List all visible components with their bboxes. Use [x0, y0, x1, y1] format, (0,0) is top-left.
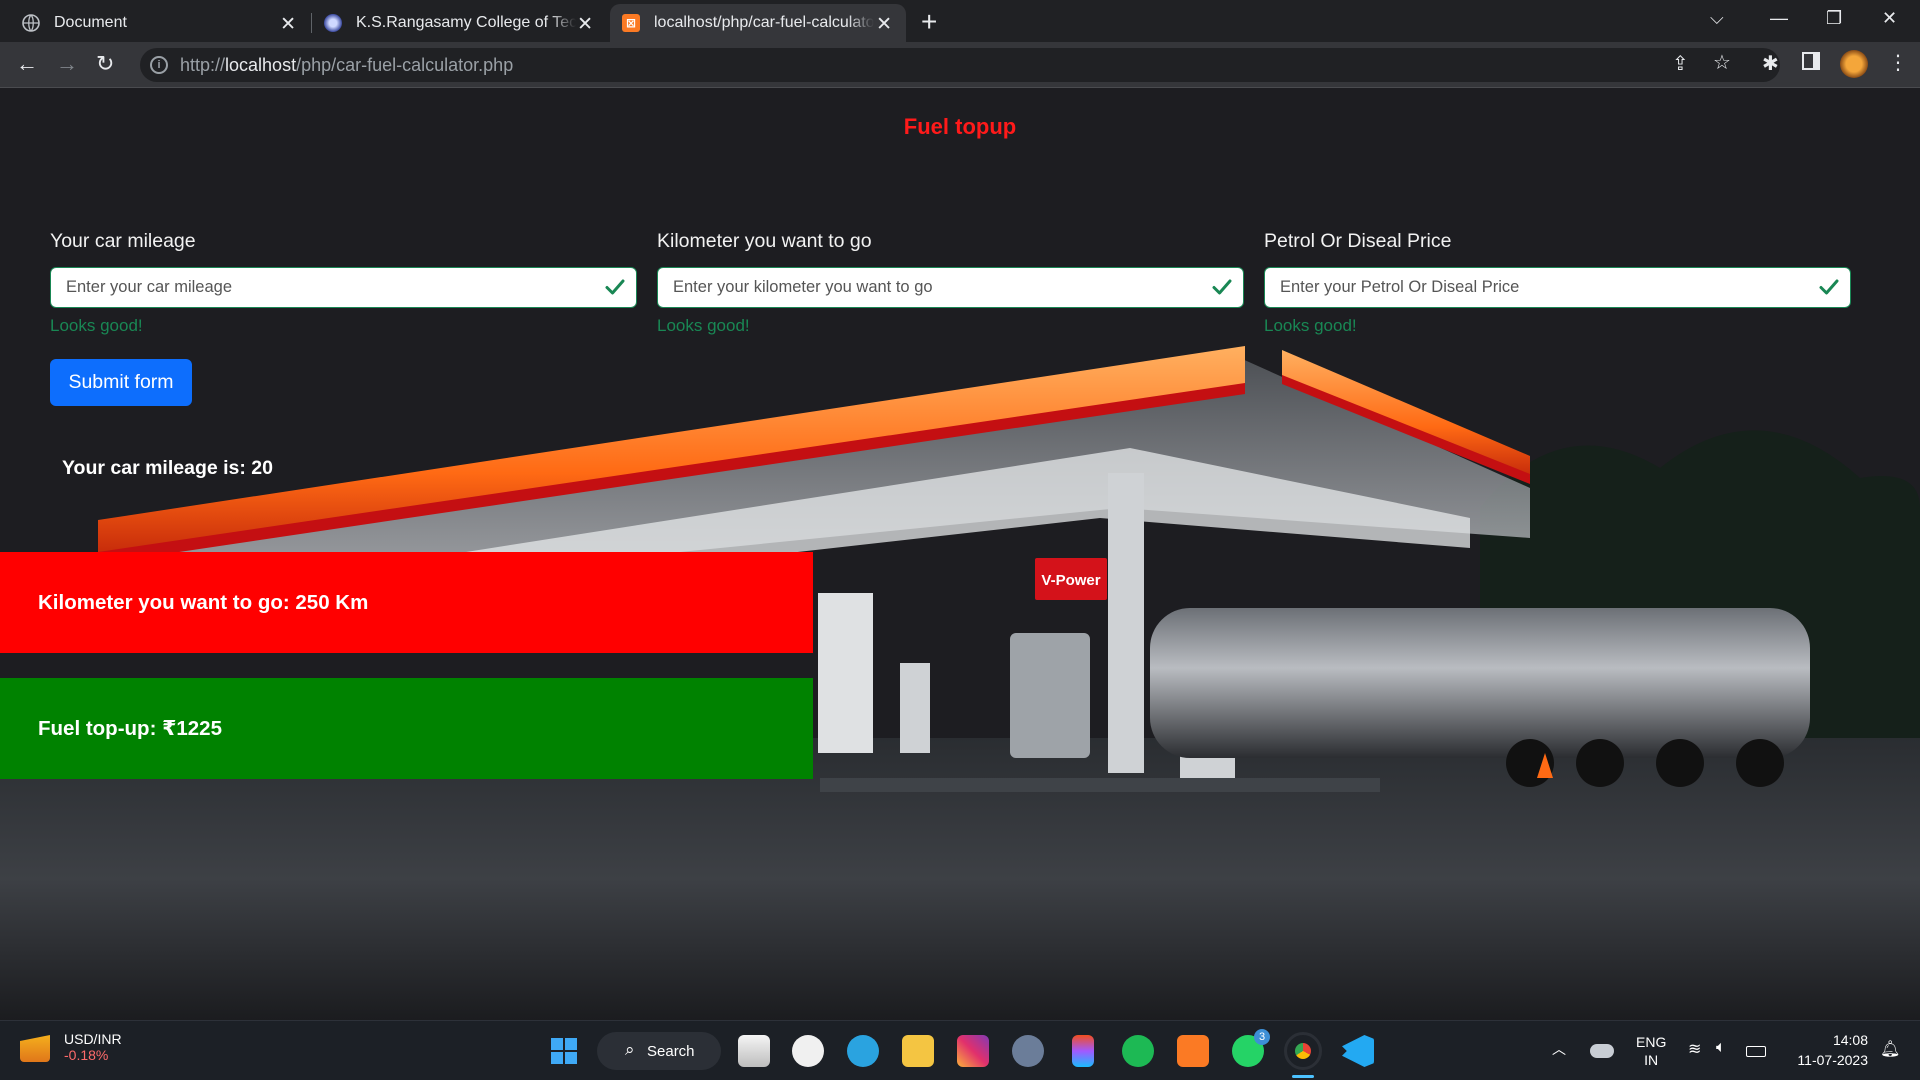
- url-text[interactable]: http://localhost/php/car-fuel-calculator…: [180, 55, 513, 76]
- mileage-label: Your car mileage: [50, 230, 196, 252]
- clock-date: 11-07-2023: [1797, 1052, 1868, 1068]
- distance-label: Kilometer you want to go: [657, 230, 872, 252]
- reload-icon[interactable]: ↻: [96, 52, 114, 76]
- figma-icon[interactable]: [1072, 1035, 1094, 1067]
- bookmark-star-icon[interactable]: ☆: [1713, 50, 1731, 75]
- whatsapp-icon[interactable]: 3: [1232, 1029, 1270, 1067]
- instagram-icon[interactable]: [957, 1035, 989, 1067]
- distance-input-wrapper: [657, 267, 1244, 308]
- station-sign-text: V-Power: [1041, 572, 1100, 589]
- close-tab-icon[interactable]: ✕: [876, 13, 892, 36]
- fuel-price-input[interactable]: [1265, 268, 1850, 307]
- microsoft-store-icon[interactable]: [738, 1035, 770, 1067]
- spotify-icon[interactable]: [1122, 1035, 1154, 1067]
- search-label: Search: [647, 1042, 695, 1060]
- restore-icon[interactable]: ❐: [1826, 8, 1842, 29]
- vscode-icon[interactable]: [1342, 1035, 1374, 1067]
- windows-start-icon[interactable]: [548, 1035, 580, 1067]
- new-tab-icon[interactable]: +: [921, 6, 937, 38]
- file-explorer-icon[interactable]: [902, 1035, 934, 1067]
- tab-title: localhost/php/car-fuel-calculator.php: [654, 14, 874, 31]
- browser-tab-strip: Document ✕ K.S.Rangasamy College of Tech…: [0, 0, 1920, 42]
- fuel-price-input-wrapper: [1264, 267, 1851, 308]
- fuel-price-valid-feedback: Looks good!: [1264, 316, 1357, 335]
- fuel-topup-result-text: Fuel top-up: ₹1225: [38, 717, 222, 740]
- settings-gear-icon[interactable]: [1012, 1035, 1044, 1067]
- tab-document[interactable]: Document ✕: [10, 4, 310, 42]
- distance-result-box: Kilometer you want to go: 250 Km: [0, 552, 813, 653]
- college-logo-icon: [324, 14, 342, 32]
- page-viewport: V-Power Fuel topup Your car mileage Look…: [0, 88, 1920, 1020]
- volume-icon[interactable]: 🔈︎: [1716, 1039, 1726, 1057]
- fuel-topup-result-box: Fuel top-up: ₹1225: [0, 678, 813, 779]
- taskbar-search[interactable]: ⌕ Search: [597, 1032, 721, 1070]
- chrome-icon[interactable]: [1284, 1032, 1322, 1070]
- xampp-taskbar-icon[interactable]: [1177, 1035, 1209, 1067]
- close-tab-icon[interactable]: ✕: [577, 13, 593, 36]
- close-tab-icon[interactable]: ✕: [280, 13, 296, 36]
- forward-icon[interactable]: →: [56, 52, 78, 76]
- distance-result-text: Kilometer you want to go: 250 Km: [38, 590, 369, 614]
- submit-button[interactable]: Submit form: [50, 359, 192, 406]
- valid-check-icon: [605, 279, 625, 295]
- side-panel-icon[interactable]: [1802, 52, 1820, 70]
- valid-check-icon: [1212, 279, 1232, 295]
- tab-college[interactable]: K.S.Rangasamy College of Technology ✕: [312, 4, 607, 42]
- extensions-puzzle-icon[interactable]: ✱: [1762, 51, 1779, 76]
- search-icon: ⌕: [625, 1040, 635, 1059]
- profile-avatar[interactable]: [1840, 50, 1868, 78]
- stock-ticker-icon: [20, 1035, 50, 1062]
- ticker-change: -0.18%: [64, 1047, 109, 1063]
- mileage-valid-feedback: Looks good!: [50, 316, 143, 335]
- distance-input[interactable]: [658, 268, 1243, 307]
- globe-icon: [22, 14, 40, 32]
- tab-title: Document: [54, 14, 127, 31]
- language-indicator[interactable]: ENG IN: [1636, 1033, 1666, 1069]
- minimize-icon[interactable]: —: [1770, 8, 1788, 29]
- onedrive-cloud-icon[interactable]: [1590, 1044, 1614, 1058]
- system-clock[interactable]: 14:08 11-07-2023: [1797, 1030, 1868, 1070]
- notification-bell-icon[interactable]: 🔔︎: [1880, 1039, 1900, 1059]
- fuel-price-label: Petrol Or Diseal Price: [1264, 230, 1452, 252]
- menu-kebab-icon[interactable]: ⋮: [1888, 50, 1908, 75]
- page-title: Fuel topup: [903, 114, 1017, 139]
- mileage-input-wrapper: [50, 267, 637, 308]
- ticker-label: USD/INR: [64, 1031, 122, 1047]
- active-app-indicator: [1292, 1075, 1314, 1078]
- tab-title: K.S.Rangasamy College of Technology: [356, 14, 576, 31]
- site-info-icon[interactable]: i: [150, 56, 168, 74]
- xampp-icon: ⊠: [622, 14, 640, 32]
- close-window-icon[interactable]: ✕: [1882, 8, 1897, 29]
- valid-check-icon: [1819, 279, 1839, 295]
- browser-toolbar: ← → ↻ i http://localhost/php/car-fuel-ca…: [0, 42, 1920, 88]
- distance-valid-feedback: Looks good!: [657, 316, 750, 335]
- distance-field-group: Kilometer you want to go Looks good!: [657, 230, 1244, 336]
- clock-time: 14:08: [1832, 1032, 1868, 1048]
- mileage-result-text: Your car mileage is: 20: [62, 457, 273, 479]
- telegram-icon[interactable]: [847, 1035, 879, 1067]
- wifi-icon[interactable]: ≋: [1688, 1039, 1701, 1059]
- address-bar[interactable]: i http://localhost/php/car-fuel-calculat…: [140, 48, 1780, 82]
- fuel-price-field-group: Petrol Or Diseal Price Looks good!: [1264, 230, 1851, 336]
- battery-icon[interactable]: [1746, 1046, 1766, 1057]
- whatsapp-badge: 3: [1254, 1029, 1270, 1045]
- mileage-input[interactable]: [51, 268, 636, 307]
- show-hidden-icons-chevron[interactable]: ︿: [1552, 1039, 1566, 1059]
- tab-fuel-calculator[interactable]: ⊠ localhost/php/car-fuel-calculator.php …: [610, 4, 906, 42]
- currency-widget[interactable]: USD/INR -0.18%: [20, 1031, 122, 1063]
- share-icon[interactable]: ⇪: [1672, 51, 1689, 76]
- messenger-icon[interactable]: [792, 1035, 824, 1067]
- mileage-field-group: Your car mileage Looks good!: [50, 230, 637, 336]
- windows-taskbar: USD/INR -0.18% ⌕ Search 3 ︿ ENG IN ≋ 🔈︎ 1…: [0, 1020, 1920, 1080]
- back-icon[interactable]: ←: [16, 52, 38, 76]
- tab-search-chevron-icon[interactable]: ⌵: [1710, 8, 1724, 29]
